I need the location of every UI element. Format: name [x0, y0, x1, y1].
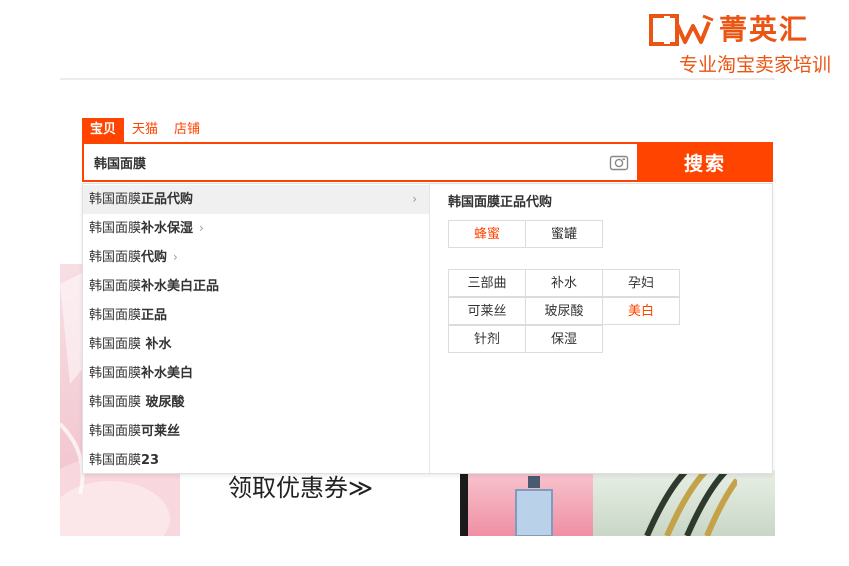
chevron-right-icon: › [173, 250, 178, 264]
coupon-link[interactable]: 领取优惠券≫ [228, 470, 373, 506]
suggestion-item[interactable]: 韩国面膜补水保湿 › [83, 214, 429, 243]
suggestion-keyword: 韩国面膜 [89, 279, 142, 294]
attribute-tag[interactable]: 孕妇 [602, 269, 680, 297]
suggestion-item[interactable]: 韩国面膜补水美白正品 [83, 272, 429, 301]
suggestion-extra: 正品代购 [141, 192, 194, 207]
suggestion-detail-panel: 韩国面膜正品代购 蜂蜜 蜜罐 三部曲 补水 孕妇 可莱丝 玻尿酸 美白 针剂 保… [430, 184, 772, 473]
attribute-tag[interactable]: 可莱丝 [448, 297, 526, 325]
suggestion-keyword: 韩国面膜 [89, 453, 142, 468]
suggestion-extra: 玻尿酸 [141, 395, 185, 410]
attribute-tag[interactable]: 蜜罐 [525, 220, 603, 248]
suggestion-extra: 补水美白 [141, 366, 194, 381]
suggestion-item[interactable]: 韩国面膜 补水 [83, 330, 429, 359]
tab-baobei[interactable]: 宝贝 [82, 118, 125, 142]
search-button[interactable]: 搜索 [637, 142, 773, 182]
tab-tmall[interactable]: 天猫 [124, 118, 166, 142]
chevron-right-icon: › [412, 192, 417, 206]
suggestion-item[interactable]: 韩国面膜23 [83, 446, 429, 475]
attribute-tag[interactable]: 玻尿酸 [525, 297, 603, 325]
suggestion-item[interactable]: 韩国面膜补水美白 [83, 359, 429, 388]
detail-title: 韩国面膜正品代购 [448, 195, 553, 210]
attribute-tag[interactable]: 针剂 [448, 325, 526, 353]
search-input[interactable] [84, 144, 634, 180]
suggestion-keyword: 韩国面膜 [89, 308, 142, 323]
suggestion-item[interactable]: 韩国面膜正品代购 › [83, 185, 429, 214]
suggestion-extra: 23 [141, 453, 160, 468]
chevron-right-icon: › [199, 221, 204, 235]
search-tabs: 宝贝 天猫 店铺 [82, 118, 208, 142]
header-divider [60, 78, 775, 80]
suggestion-extra: 代购 [141, 250, 168, 265]
search-bar: 搜索 [82, 142, 773, 182]
attribute-tag[interactable]: 保湿 [525, 325, 603, 353]
suggestion-keyword: 韩国面膜 [89, 366, 142, 381]
attribute-tag[interactable]: 三部曲 [448, 269, 526, 297]
suggestion-keyword: 韩国面膜 [89, 337, 142, 352]
tab-shop[interactable]: 店铺 [166, 118, 208, 142]
suggestion-keyword: 韩国面膜 [89, 221, 142, 236]
suggestion-extra: 补水 [141, 337, 172, 352]
suggestion-dropdown: 韩国面膜正品代购 › 韩国面膜补水保湿 › 韩国面膜代购 › 韩国面膜补水美白正品 … [82, 183, 773, 474]
camera-icon[interactable] [609, 153, 629, 171]
banner-product-image [593, 470, 775, 536]
banner-perfume-image [468, 470, 593, 536]
suggestion-extra: 补水美白正品 [141, 279, 220, 294]
perfume-bottle-icon [515, 476, 553, 536]
brand-logo-icon [649, 14, 714, 46]
brand-slogan: 专业淘宝卖家培训 [678, 54, 831, 76]
suggestion-list: 韩国面膜正品代购 › 韩国面膜补水保湿 › 韩国面膜代购 › 韩国面膜补水美白正品 … [83, 184, 430, 473]
suggestion-keyword: 韩国面膜 [89, 250, 142, 265]
suggestion-keyword: 韩国面膜 [89, 424, 142, 439]
suggestion-item[interactable]: 韩国面膜代购 › [83, 243, 429, 272]
attribute-tag[interactable]: 蜂蜜 [448, 220, 526, 248]
attribute-tag[interactable]: 补水 [525, 269, 603, 297]
suggestion-item[interactable]: 韩国面膜 玻尿酸 [83, 388, 429, 417]
suggestion-keyword: 韩国面膜 [89, 192, 142, 207]
product-pattern-icon [644, 470, 737, 536]
brand-name: 菁英汇 [719, 13, 810, 46]
suggestion-extra: 补水保湿 [141, 221, 194, 236]
suggestion-extra: 可莱丝 [141, 424, 181, 439]
suggestion-item[interactable]: 韩国面膜可莱丝 [83, 417, 429, 446]
suggestion-keyword: 韩国面膜 [89, 395, 142, 410]
brand-watermark: 菁英汇 专业淘宝卖家培训 [641, 12, 831, 82]
attribute-tag[interactable]: 美白 [602, 297, 680, 325]
suggestion-extra: 正品 [141, 308, 168, 323]
suggestion-item[interactable]: 韩国面膜正品 [83, 301, 429, 330]
